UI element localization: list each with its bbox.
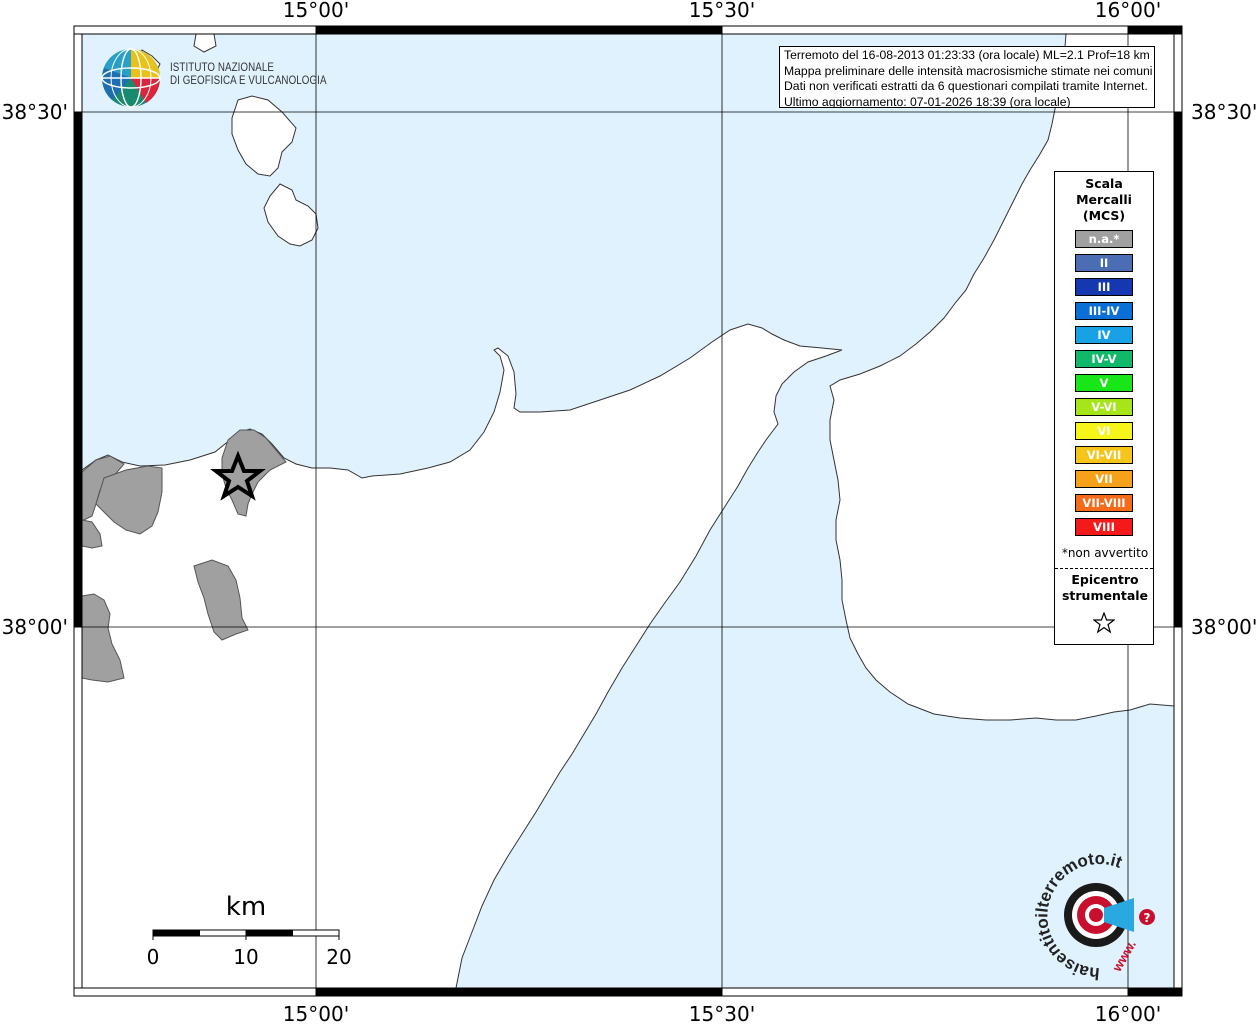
- event-info-line: Mappa preliminare delle intensità macros…: [784, 63, 1153, 78]
- scale-tick-label: 10: [233, 945, 258, 969]
- lon-label-top: 15°30': [689, 0, 755, 22]
- globe-logo-icon: [101, 48, 161, 108]
- scale-unit-label: km: [226, 892, 266, 922]
- lon-label-top: 16°00': [1095, 0, 1161, 22]
- legend-item: VII: [1075, 470, 1133, 488]
- institute-name: ISTITUTO NAZIONALE DI GEOFISICA E VULCAN…: [170, 62, 327, 88]
- lat-label-left: 38°00': [2, 615, 68, 639]
- legend-item: VII-VIII: [1075, 494, 1133, 512]
- lat-label-right: 38°30': [1191, 100, 1256, 124]
- institute-name-line1: ISTITUTO NAZIONALE: [170, 62, 275, 74]
- legend-divider: [1055, 568, 1153, 569]
- legend-note: *non avvertito: [1061, 546, 1149, 560]
- institute-name-line2: DI GEOFISICA E VULCANOLOGIA: [170, 75, 327, 87]
- legend-title-line: (MCS): [1082, 208, 1126, 223]
- legend-item: III: [1075, 278, 1133, 296]
- legend-epicenter-label: Epicentro strumentale: [1055, 572, 1155, 604]
- legend-item: II: [1075, 254, 1133, 272]
- legend-item: n.a.*: [1075, 230, 1133, 248]
- legend-title-line: Scala: [1085, 176, 1123, 191]
- lon-label-bottom: 15°30': [689, 1002, 755, 1024]
- legend-item: IV: [1075, 326, 1133, 344]
- legend-title-line: Mercalli: [1076, 192, 1132, 207]
- legend-item: IV-V: [1075, 350, 1133, 368]
- event-info-line: Terremoto del 16-08-2013 01:23:33 (ora l…: [784, 48, 1150, 62]
- legend-epicenter-line: Epicentro: [1071, 572, 1139, 587]
- legend-title: Scala Mercalli (MCS): [1055, 176, 1153, 224]
- lon-label-top: 15°00': [283, 0, 349, 22]
- intensity-legend: Scala Mercalli (MCS) n.a.* II III III-IV IV I…: [1054, 171, 1154, 645]
- scale-tick-label: 0: [147, 945, 160, 969]
- lon-label-bottom: 15°00': [283, 1002, 349, 1024]
- legend-item: III-IV: [1075, 302, 1133, 320]
- legend-item: VIII: [1075, 518, 1133, 536]
- map-root: 15°00' 15°30' 16°00' 15°00' 15°30' 16°00…: [0, 0, 1256, 1026]
- legend-epicenter-line: strumentale: [1061, 588, 1149, 603]
- legend-item: VI: [1075, 422, 1133, 440]
- lat-label-left: 38°30': [2, 100, 68, 124]
- star-outline-icon: [1093, 612, 1115, 634]
- scale-tick-label: 20: [326, 945, 351, 969]
- legend-item: V: [1075, 374, 1133, 392]
- lat-label-right: 38°00': [1191, 615, 1256, 639]
- event-info-line: Dati non verificati estratti da 6 questi…: [784, 79, 1148, 93]
- lon-label-bottom: 16°00': [1095, 1002, 1161, 1024]
- svg-text:?: ?: [1144, 911, 1151, 925]
- event-info-line: Ultimo aggiornamento: 07-01-2026 18:39 (…: [784, 94, 1071, 108]
- legend-item: V-VI: [1075, 398, 1133, 416]
- legend-item: VI-VII: [1075, 446, 1133, 464]
- event-info-box: Terremoto del 16-08-2013 01:23:33 (ora l…: [779, 46, 1155, 108]
